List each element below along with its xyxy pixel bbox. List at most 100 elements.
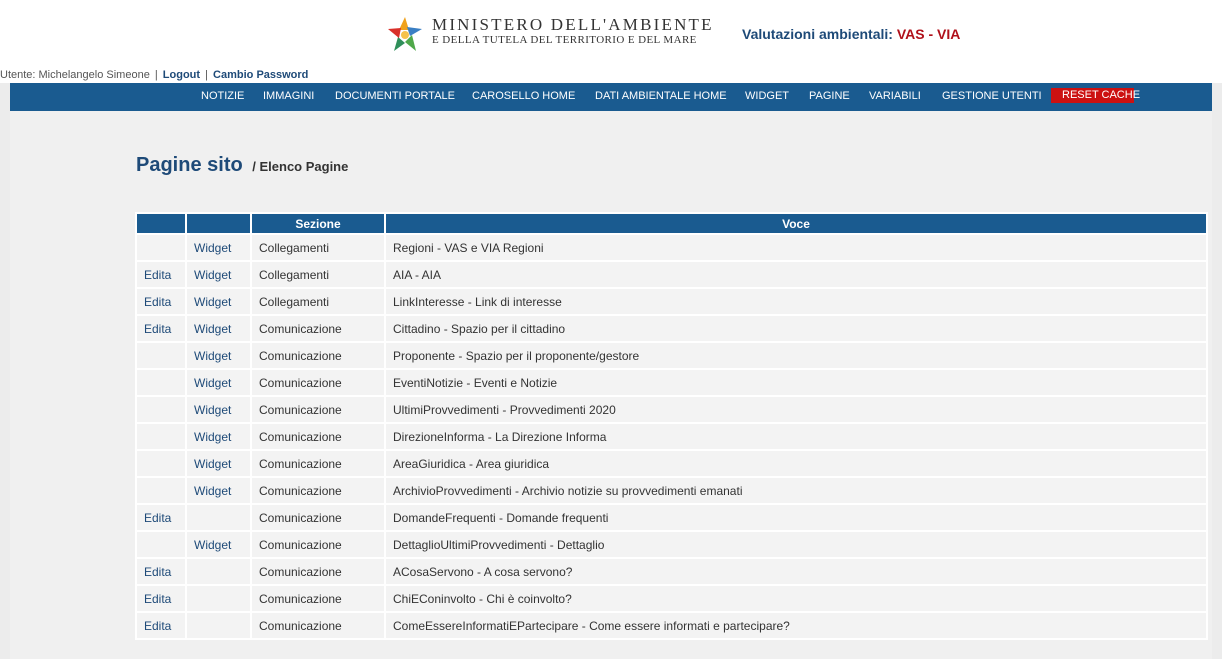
- sezione-cell: Collegamenti: [250, 233, 386, 262]
- widget-link[interactable]: Widget: [185, 422, 252, 451]
- column-header-sezione: Sezione: [250, 212, 386, 235]
- user-bar: Utente: Michelangelo Simeone | Logout | …: [0, 69, 1222, 83]
- page-title-main: Pagine sito: [136, 154, 243, 176]
- voce-cell: UltimiProvvedimenti - Provvedimenti 2020: [384, 395, 1208, 424]
- sezione-cell: Collegamenti: [250, 287, 386, 316]
- separator: |: [154, 69, 158, 81]
- nav-item-pagine[interactable]: PAGINE: [809, 90, 850, 102]
- sezione-cell: Collegamenti: [250, 260, 386, 289]
- table-row: Widget Comunicazione DirezioneInforma - La…: [135, 422, 1208, 451]
- edit-link: [135, 368, 187, 397]
- voce-cell: DirezioneInforma - La Direzione Informa: [384, 422, 1208, 451]
- nav-item-dati-ambientale-home[interactable]: DATI AMBIENTALE HOME: [595, 90, 727, 102]
- widget-link: [185, 557, 252, 586]
- voce-cell: LinkInteresse - Link di interesse: [384, 287, 1208, 316]
- site-header: MINISTERO DELL'AMBIENTE E DELLA TUTELA D…: [0, 0, 1222, 69]
- voce-cell: DomandeFrequenti - Domande frequenti: [384, 503, 1208, 532]
- site-title: Valutazioni ambientali: VAS - VIA: [742, 26, 960, 42]
- sezione-cell: Comunicazione: [250, 530, 386, 559]
- reset-cache-button[interactable]: RESET CACHE: [1051, 88, 1140, 103]
- widget-link[interactable]: Widget: [185, 530, 252, 559]
- change-password-link[interactable]: Cambio Password: [213, 69, 308, 81]
- table-row: Edita Comunicazione ComeEssereInformatiEPa…: [135, 611, 1208, 640]
- table-row: Edita Widget Comunicazione Cittadino - Spaz…: [135, 314, 1208, 343]
- edit-link[interactable]: Edita: [135, 584, 187, 613]
- widget-link: [185, 503, 252, 532]
- sezione-cell: Comunicazione: [250, 611, 386, 640]
- ministry-name-line2: E DELLA TUTELA DEL TERRITORIO E DEL MARE: [432, 34, 697, 46]
- widget-link[interactable]: Widget: [185, 395, 252, 424]
- voce-cell: ACosaServono - A cosa servono?: [384, 557, 1208, 586]
- nav-item-gestione-utenti[interactable]: GESTIONE UTENTI: [942, 90, 1042, 102]
- edit-link[interactable]: Edita: [135, 503, 187, 532]
- widget-link[interactable]: Widget: [185, 449, 252, 478]
- sezione-cell: Comunicazione: [250, 557, 386, 586]
- nav-item-notizie[interactable]: NOTIZIE: [201, 90, 244, 102]
- column-header-voce: Voce: [384, 212, 1208, 235]
- edit-link[interactable]: Edita: [135, 611, 187, 640]
- nav-item-immagini[interactable]: IMMAGINI: [263, 90, 314, 102]
- ministry-name-line1: MINISTERO DELL'AMBIENTE: [432, 15, 714, 34]
- widget-link[interactable]: Widget: [185, 287, 252, 316]
- pages-table: Sezione Voce Widget Collegamenti Regioni -…: [135, 212, 1208, 640]
- column-header-edit: [135, 212, 187, 235]
- sezione-cell: Comunicazione: [250, 314, 386, 343]
- sezione-cell: Comunicazione: [250, 584, 386, 613]
- logout-link[interactable]: Logout: [163, 69, 200, 81]
- site-title-prefix: Valutazioni ambientali:: [742, 26, 897, 42]
- widget-link[interactable]: Widget: [185, 260, 252, 289]
- edit-link[interactable]: Edita: [135, 314, 187, 343]
- voce-cell: ChiEConinvolto - Chi è coinvolto?: [384, 584, 1208, 613]
- page-subtitle: / Elenco Pagine: [252, 159, 349, 174]
- edit-link[interactable]: Edita: [135, 260, 187, 289]
- separator: |: [205, 69, 208, 81]
- sezione-cell: Comunicazione: [250, 341, 386, 370]
- edit-link: [135, 395, 187, 424]
- widget-link: [185, 584, 252, 613]
- sezione-cell: Comunicazione: [250, 503, 386, 532]
- edit-link: [135, 530, 187, 559]
- table-body: Widget Collegamenti Regioni - VAS e VIA Re…: [135, 233, 1208, 640]
- table-row: Edita Widget Collegamenti LinkInteresse - L…: [135, 287, 1208, 316]
- widget-link[interactable]: Widget: [185, 314, 252, 343]
- table-row: Widget Comunicazione ArchivioProvvedimenti…: [135, 476, 1208, 505]
- table-header-row: Sezione Voce: [135, 212, 1208, 235]
- page-title: Pagine sito / Elenco Pagine: [136, 154, 348, 177]
- user-name: Utente: Michelangelo Simeone: [0, 69, 150, 81]
- ministry-name: MINISTERO DELL'AMBIENTE E DELLA TUTELA D…: [432, 16, 714, 46]
- edit-link[interactable]: Edita: [135, 557, 187, 586]
- voce-cell: Cittadino - Spazio per il cittadino: [384, 314, 1208, 343]
- widget-link[interactable]: Widget: [185, 476, 252, 505]
- voce-cell: AIA - AIA: [384, 260, 1208, 289]
- nav-item-documenti-portale[interactable]: DOCUMENTI PORTALE: [335, 90, 455, 102]
- sezione-cell: Comunicazione: [250, 368, 386, 397]
- voce-cell: Proponente - Spazio per il proponente/ge…: [384, 341, 1208, 370]
- widget-link[interactable]: Widget: [185, 233, 252, 262]
- nav-item-carosello-home[interactable]: CAROSELLO HOME: [472, 90, 575, 102]
- table-row: Edita Comunicazione ChiEConinvolto - Chi è…: [135, 584, 1208, 613]
- sezione-cell: Comunicazione: [250, 422, 386, 451]
- widget-link[interactable]: Widget: [185, 368, 252, 397]
- table-row: Widget Comunicazione Proponente - Spazio p…: [135, 341, 1208, 370]
- edit-link[interactable]: Edita: [135, 287, 187, 316]
- table-row: Widget Comunicazione DettaglioUltimiProvve…: [135, 530, 1208, 559]
- table-row: Edita Comunicazione ACosaServono - A cosa …: [135, 557, 1208, 586]
- table-row: Widget Comunicazione EventiNotizie - Event…: [135, 368, 1208, 397]
- edit-link: [135, 233, 187, 262]
- sezione-cell: Comunicazione: [250, 476, 386, 505]
- table-row: Widget Comunicazione AreaGiuridica - Area …: [135, 449, 1208, 478]
- widget-link[interactable]: Widget: [185, 341, 252, 370]
- table-row: Widget Comunicazione UltimiProvvedimenti -…: [135, 395, 1208, 424]
- voce-cell: AreaGiuridica - Area giuridica: [384, 449, 1208, 478]
- edit-link: [135, 449, 187, 478]
- sezione-cell: Comunicazione: [250, 449, 386, 478]
- ministry-logo-icon: [388, 17, 422, 51]
- table-row: Widget Collegamenti Regioni - VAS e VIA Re…: [135, 233, 1208, 262]
- voce-cell: DettaglioUltimiProvvedimenti - Dettaglio: [384, 530, 1208, 559]
- edit-link: [135, 341, 187, 370]
- column-header-widget: [185, 212, 252, 235]
- nav-item-widget[interactable]: WIDGET: [745, 90, 789, 102]
- nav-item-variabili[interactable]: VARIABILI: [869, 90, 921, 102]
- table-row: Edita Comunicazione DomandeFrequenti - Dom…: [135, 503, 1208, 532]
- edit-link: [135, 422, 187, 451]
